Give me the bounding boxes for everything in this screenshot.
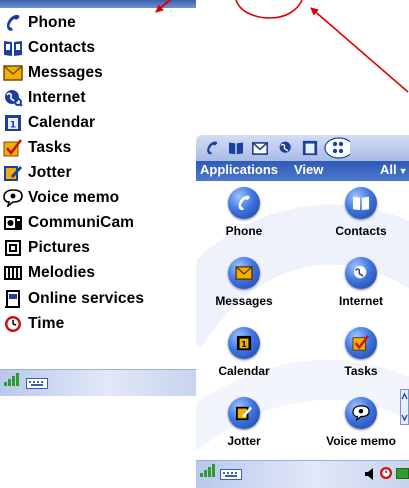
app-label: Phone — [225, 224, 263, 238]
menu-item-label: Melodies — [28, 264, 96, 282]
phone-icon — [2, 13, 24, 33]
menu-item-jotter[interactable]: Jotter — [2, 161, 196, 186]
menu-bar: Applications View All ▼ — [196, 161, 409, 181]
menu-item-time[interactable]: Time — [2, 311, 196, 336]
filter-dropdown-value: All — [380, 162, 397, 177]
melodies-icon — [2, 263, 24, 283]
scrollbar[interactable] — [400, 389, 409, 425]
menu-item-label: Pictures — [28, 239, 90, 257]
alarm-clock-icon[interactable] — [379, 466, 393, 480]
app-grid: Phone Contacts Messages Internet 1 Calen… — [196, 181, 409, 460]
menu-item-label: Time — [28, 314, 65, 332]
application-list: Phone Contacts Messages Internet 1 Calen… — [2, 10, 196, 336]
app-tile-tasks[interactable]: Tasks — [313, 324, 409, 386]
app-label: Internet — [338, 294, 383, 308]
menu-item-label: Messages — [28, 63, 103, 81]
voice-memo-icon — [345, 397, 377, 429]
menu-item-melodies[interactable]: Melodies — [2, 261, 196, 286]
app-tile-voice-memo[interactable]: Voice memo — [313, 394, 409, 456]
status-bar — [0, 369, 196, 396]
menu-item-label: Contacts — [28, 38, 96, 56]
internet-icon[interactable] — [276, 138, 296, 158]
app-tile-calendar[interactable]: 1 Calendar — [196, 324, 292, 386]
phone-icon — [228, 187, 260, 219]
more-apps-icon[interactable] — [324, 137, 350, 159]
speaker-icon[interactable] — [364, 467, 376, 481]
app-label: Calendar — [218, 364, 270, 378]
tasks-icon — [345, 327, 377, 359]
app-label: Contacts — [335, 224, 387, 238]
menu-item-label: Calendar — [28, 113, 96, 131]
app-tile-internet[interactable]: Internet — [313, 254, 409, 316]
calendar-icon[interactable] — [300, 138, 320, 158]
status-bar — [196, 460, 409, 488]
signal-strength-icon — [4, 373, 24, 391]
communicam-icon — [2, 213, 24, 233]
app-label: Jotter — [227, 434, 261, 448]
app-tile-contacts[interactable]: Contacts — [313, 184, 409, 246]
menu-item-label: Online services — [28, 289, 145, 307]
internet-icon — [345, 257, 377, 289]
menu-item-label: CommuniCam — [28, 214, 135, 232]
menu-view[interactable]: View — [294, 162, 323, 177]
time-icon — [2, 314, 24, 334]
online-services-icon — [2, 289, 24, 309]
voice-memo-icon — [2, 188, 24, 208]
menu-item-label: Internet — [28, 88, 86, 106]
menu-item-tasks[interactable]: Tasks — [2, 135, 196, 160]
contacts-icon — [2, 38, 24, 58]
tasks-icon — [2, 138, 24, 158]
menu-item-label: Phone — [28, 13, 76, 31]
pictures-icon — [2, 238, 24, 258]
keyboard-icon[interactable] — [220, 469, 242, 480]
chevron-down-icon: ▼ — [398, 166, 408, 176]
messages-icon — [2, 63, 24, 83]
menu-item-online-services[interactable]: Online services — [2, 286, 196, 311]
menu-item-internet[interactable]: Internet — [2, 85, 196, 110]
battery-icon — [396, 468, 409, 479]
menu-item-messages[interactable]: Messages — [2, 60, 196, 85]
menu-item-label: Jotter — [28, 164, 72, 182]
messages-icon — [228, 257, 260, 289]
jotter-icon — [228, 397, 260, 429]
app-tile-messages[interactable]: Messages — [196, 254, 292, 316]
menu-applications[interactable]: Applications — [200, 162, 278, 177]
annotation-arrow — [310, 7, 409, 93]
menu-item-label: Tasks — [28, 139, 72, 157]
menu-item-calendar[interactable]: 1 Calendar — [2, 110, 196, 135]
app-label: Tasks — [344, 364, 378, 378]
app-tile-phone[interactable]: Phone — [196, 184, 292, 246]
svg-text:1: 1 — [241, 340, 247, 349]
app-label: Messages — [215, 294, 273, 308]
menu-item-phone[interactable]: Phone — [2, 10, 196, 35]
app-toolbar — [196, 135, 409, 161]
menu-item-pictures[interactable]: Pictures — [2, 236, 196, 261]
messages-icon[interactable] — [250, 138, 270, 158]
internet-icon — [2, 88, 24, 108]
app-label: Voice memo — [326, 434, 396, 448]
menu-item-label: Voice memo — [28, 189, 120, 207]
app-tile-jotter[interactable]: Jotter — [196, 394, 292, 456]
calendar-icon: 1 — [228, 327, 260, 359]
menu-item-voice-memo[interactable]: Voice memo — [2, 186, 196, 211]
applications-window: Applications View All ▼ Phone Contacts Me… — [196, 135, 409, 488]
keyboard-icon[interactable] — [26, 378, 48, 389]
filter-dropdown[interactable]: All ▼ — [380, 162, 408, 177]
signal-strength-icon — [200, 464, 220, 482]
contacts-icon[interactable] — [226, 138, 246, 158]
phone-icon[interactable] — [202, 138, 222, 158]
title-bar — [0, 0, 196, 8]
menu-item-contacts[interactable]: Contacts — [2, 35, 196, 60]
contacts-icon — [345, 187, 377, 219]
menu-item-communicam[interactable]: CommuniCam — [2, 211, 196, 236]
calendar-icon: 1 — [2, 113, 24, 133]
jotter-icon — [2, 163, 24, 183]
svg-text:1: 1 — [10, 120, 16, 130]
annotation-circle — [235, 0, 303, 19]
